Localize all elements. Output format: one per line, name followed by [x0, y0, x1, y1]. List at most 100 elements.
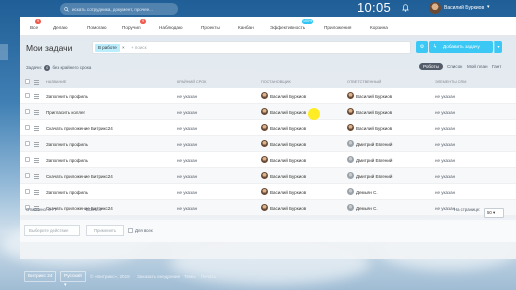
table-row[interactable]: Заполнить профиль не указан Василий Буркио… — [20, 88, 516, 104]
task-creator[interactable]: Василий Буркиов — [270, 174, 306, 179]
search-box[interactable] — [60, 3, 178, 15]
row-checkbox[interactable] — [25, 125, 30, 130]
avatar — [261, 124, 268, 131]
apply-button[interactable]: Применить — [86, 225, 124, 236]
select-all-checkbox[interactable] — [25, 79, 30, 84]
table-row[interactable]: Скачать приложение Битрикс24 не указан Вас… — [20, 120, 516, 136]
menu-icon[interactable] — [34, 109, 40, 115]
task-deadline[interactable]: не указан — [177, 94, 197, 99]
menu-icon[interactable] — [34, 93, 40, 99]
row-checkbox[interactable] — [25, 173, 30, 178]
task-deadline[interactable]: не указан — [177, 174, 197, 179]
table-row[interactable]: Заполнить профиль не указан Василий Буркио… — [20, 152, 516, 168]
filter-bar[interactable]: В работе × + поиск — [92, 41, 411, 54]
row-checkbox[interactable] — [25, 93, 30, 98]
search-input[interactable] — [72, 6, 172, 12]
tab-kanban[interactable]: Канбан — [238, 25, 254, 30]
task-creator[interactable]: Василий Буркиов — [270, 126, 306, 131]
column-crm[interactable]: Элементы CRM — [435, 80, 466, 84]
menu-icon[interactable] — [34, 79, 40, 85]
counter-badge[interactable]: 0 — [44, 65, 51, 71]
task-deadline[interactable]: не указан — [177, 158, 197, 163]
task-creator[interactable]: Василий Буркиов — [270, 142, 306, 147]
user-name[interactable]: Василий Буркиов — [444, 5, 484, 11]
counters-text[interactable]: без крайнего срока — [52, 65, 91, 70]
close-icon[interactable]: × — [122, 45, 125, 50]
column-name[interactable]: Название — [46, 80, 66, 84]
task-responsible[interactable]: Демьян С. — [356, 190, 378, 195]
task-deadline[interactable]: не указан — [177, 126, 197, 131]
row-checkbox[interactable] — [25, 157, 30, 162]
task-deadline[interactable]: не указан — [177, 142, 197, 147]
task-responsible[interactable]: Василий Буркиов — [356, 126, 392, 131]
task-responsible[interactable]: Дмитрий Евгений — [356, 142, 392, 147]
tab-trash[interactable]: Корзина — [370, 25, 388, 30]
task-creator[interactable]: Василий Буркиов — [270, 190, 306, 195]
copyright: © «Битрикс», 2019 — [90, 274, 130, 279]
task-responsible[interactable]: Дмитрий Евгений — [356, 174, 392, 179]
menu-icon[interactable] — [34, 125, 40, 131]
tab-all[interactable]: Все — [30, 25, 38, 30]
tab-apps[interactable]: Приложения — [324, 25, 351, 30]
menu-icon[interactable] — [34, 157, 40, 163]
tab-assigned[interactable]: Поручил — [122, 25, 141, 30]
column-deadline[interactable]: Крайний срок — [177, 80, 206, 84]
task-name[interactable]: Заполнить профиль — [46, 190, 88, 195]
row-checkbox[interactable] — [25, 141, 30, 146]
table-row[interactable]: Скачать приложение Битрикс24 не указан Вас… — [20, 168, 516, 184]
table-row[interactable]: Пригласить коллег не указан Василий Буркио… — [20, 104, 516, 120]
per-page-select[interactable]: 50 ▾ — [484, 208, 504, 218]
task-name[interactable]: Заполнить профиль — [46, 142, 88, 147]
filter-tag[interactable]: В работе — [95, 44, 120, 52]
task-name[interactable]: Пригласить коллег — [46, 110, 85, 115]
avatar — [261, 188, 268, 195]
menu-icon[interactable] — [34, 141, 40, 147]
for-all-checkbox[interactable] — [128, 228, 133, 233]
tab-efficiency[interactable]: Эффективность — [270, 25, 305, 30]
task-creator[interactable]: Василий Буркиов — [270, 158, 306, 163]
row-checkbox[interactable] — [25, 109, 30, 114]
table-row[interactable]: Заполнить профиль не указан Василий Буркио… — [20, 136, 516, 152]
tab-projects[interactable]: Проекты — [201, 25, 220, 30]
tab-watching[interactable]: Наблюдаю — [159, 25, 182, 30]
gear-icon[interactable]: ⚙ — [416, 41, 428, 53]
tab-doing[interactable]: Делаю — [53, 25, 67, 30]
menu-icon[interactable] — [34, 173, 40, 179]
task-deadline[interactable]: не указан — [177, 110, 197, 115]
task-creator[interactable]: Василий Буркиов — [270, 110, 306, 115]
chevron-down-icon[interactable]: ▾ — [494, 41, 502, 53]
view-robots[interactable]: Роботы — [419, 63, 443, 70]
tab-helping[interactable]: Помогаю — [87, 25, 107, 30]
link-order[interactable]: Заказать внедрение — [137, 274, 180, 279]
task-responsible[interactable]: Василий Буркиов — [356, 94, 392, 99]
view-list[interactable]: Список — [447, 64, 462, 69]
language-select[interactable]: Русский ▾ — [60, 271, 86, 288]
task-responsible[interactable]: Дмитрий Евгений — [356, 158, 392, 163]
left-panel-handle[interactable] — [0, 44, 8, 60]
link-print[interactable]: Печать — [201, 274, 216, 279]
avatar — [261, 156, 268, 163]
task-name[interactable]: Заполнить профиль — [46, 94, 88, 99]
action-select[interactable]: Выберите действие — [24, 225, 80, 236]
link-themes[interactable]: Темы — [184, 274, 196, 279]
view-plan[interactable]: Мой план — [467, 64, 488, 69]
table-row[interactable]: Заполнить профиль не указан Василий Буркио… — [20, 184, 516, 200]
task-name[interactable]: Скачать приложение Битрикс24 — [46, 174, 113, 179]
row-checkbox[interactable] — [25, 189, 30, 194]
chevron-down-icon[interactable]: ▾ — [487, 4, 490, 10]
user-avatar[interactable] — [429, 2, 441, 14]
task-deadline[interactable]: не указан — [177, 190, 197, 195]
brand-button[interactable]: Битрикс 24 — [24, 271, 56, 282]
bell-icon[interactable] — [402, 4, 409, 12]
menu-icon[interactable] — [34, 189, 40, 195]
task-creator[interactable]: Василий Буркиов — [270, 94, 306, 99]
grid-header: Название Крайний срок Постановщик Ответс… — [20, 75, 516, 88]
add-task-button[interactable]: Добавить задачу — [436, 41, 493, 53]
task-name[interactable]: Заполнить профиль — [46, 158, 88, 163]
column-creator[interactable]: Постановщик — [261, 80, 291, 84]
task-responsible[interactable]: Василий Буркиов — [356, 110, 392, 115]
filter-search-placeholder[interactable]: + поиск — [131, 45, 147, 50]
view-gantt[interactable]: Гант — [492, 64, 501, 69]
task-name[interactable]: Скачать приложение Битрикс24 — [46, 126, 113, 131]
column-responsible[interactable]: Ответственный — [347, 80, 381, 84]
